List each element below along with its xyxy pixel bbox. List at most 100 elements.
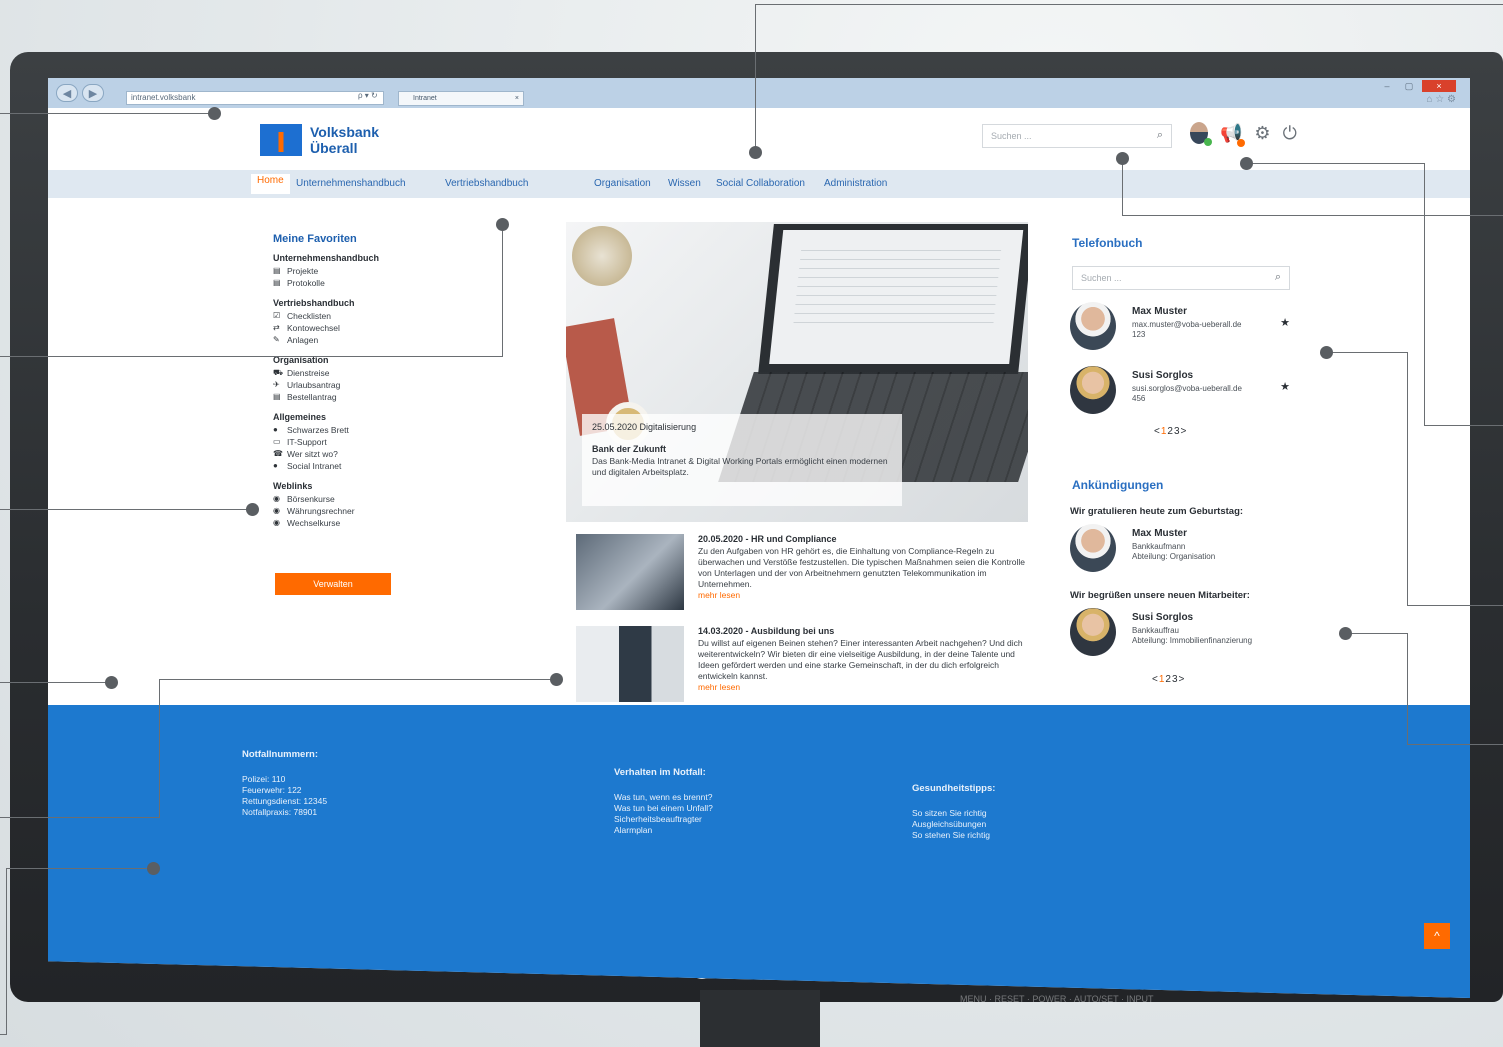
search-icon[interactable]: ⌕: [1157, 129, 1163, 142]
footer-link[interactable]: Was tun bei einem Unfall?: [614, 803, 713, 814]
read-more-link[interactable]: mehr lesen: [698, 682, 1036, 692]
callout-dot: [147, 862, 160, 875]
favorite-link[interactable]: ◉ Börsenkurse: [273, 493, 433, 505]
announcement-megaphone-icon[interactable]: 📢: [1220, 123, 1246, 147]
favorite-link[interactable]: ☑ Checklisten: [273, 310, 433, 322]
favorite-link[interactable]: ✎ Anlagen: [273, 334, 433, 346]
nav-home[interactable]: Home: [251, 174, 290, 194]
tab-close-icon[interactable]: ×: [515, 92, 519, 105]
pager-prev[interactable]: <: [1152, 674, 1159, 685]
favorite-link[interactable]: ◉ Währungsrechner: [273, 505, 433, 517]
favorite-link[interactable]: ▤ Bestellantrag: [273, 391, 433, 403]
forward-arrow-icon[interactable]: ▶: [82, 84, 104, 102]
close-window-button[interactable]: ×: [1422, 80, 1456, 92]
nav-vertriebshandbuch[interactable]: Vertriebshandbuch: [445, 178, 528, 189]
maximize-button[interactable]: ▢: [1400, 80, 1418, 92]
news-text: Du willst auf eigenen Beinen stehen? Ein…: [698, 638, 1023, 681]
news-item[interactable]: 14.03.2020 - Ausbildung bei uns Du wills…: [576, 626, 1036, 708]
header-search-input[interactable]: Suchen ... ⌕: [982, 124, 1172, 148]
gear-icon[interactable]: ⚙: [1254, 123, 1270, 144]
checklist-icon: ☑: [273, 311, 281, 320]
callout-dot: [1116, 152, 1129, 165]
news-body: 20.05.2020 - HR und Compliance Zu den Au…: [698, 534, 1036, 600]
favorite-star-icon[interactable]: ★: [1280, 316, 1290, 329]
favorite-star-icon[interactable]: ★: [1280, 380, 1290, 393]
main-navigation: Home Unternehmenshandbuch Vertriebshandb…: [48, 170, 1470, 198]
favorite-link[interactable]: ▤ Projekte: [273, 265, 433, 277]
favorite-link[interactable]: ● Schwarzes Brett: [273, 424, 433, 436]
footer-link[interactable]: So stehen Sie richtig: [912, 830, 995, 841]
footer-link[interactable]: Ausgleichsübungen: [912, 819, 995, 830]
footer-line: Rettungsdienst: 12345: [242, 796, 328, 806]
favorite-link[interactable]: ⇄ Kontowechsel: [273, 322, 433, 334]
monitor-stand: [700, 990, 820, 1047]
callout-dot: [246, 503, 259, 516]
footer-link[interactable]: Was tun, wenn es brennt?: [614, 792, 713, 803]
favorites-title: Meine Favoriten: [273, 233, 357, 245]
avatar: [1070, 608, 1116, 656]
callout-line: [755, 4, 1503, 5]
volksbank-logo[interactable]: Volksbank Überall: [260, 124, 379, 156]
minimize-button[interactable]: –: [1378, 80, 1396, 92]
user-avatar[interactable]: [1190, 122, 1212, 146]
read-more-link[interactable]: mehr lesen: [698, 590, 1036, 600]
phonebook-entry[interactable]: Max Muster max.muster@voba-ueberall.de 1…: [1070, 302, 1290, 352]
callout-dot: [496, 218, 509, 231]
news-text: Zu den Aufgaben von HR gehört es, die Ei…: [698, 546, 1025, 589]
power-icon[interactable]: ⏻: [1283, 123, 1297, 144]
news-body: 14.03.2020 - Ausbildung bei uns Du wills…: [698, 626, 1036, 692]
address-tools[interactable]: ρ ▾ ↻: [358, 91, 378, 100]
notification-badge: [1237, 138, 1246, 147]
scroll-to-top-button[interactable]: ^: [1424, 923, 1450, 949]
phone-icon: ☎: [273, 449, 283, 458]
nav-unternehmenshandbuch[interactable]: Unternehmenshandbuch: [296, 178, 406, 189]
footer-heading: Verhalten im Notfall:: [614, 767, 706, 778]
favorite-link[interactable]: ☎ Wer sitzt wo?: [273, 448, 433, 460]
hero-date: 25.05.2020 Digitalisierung: [592, 422, 697, 432]
favorite-link[interactable]: ⛟ Dienstreise: [273, 367, 433, 379]
pager-prev[interactable]: <: [1154, 426, 1161, 437]
hero-teaser[interactable]: 25.05.2020 Digitalisierung Bank der Zuku…: [566, 222, 1028, 522]
callout-line: [1246, 163, 1424, 164]
person-name: Max Muster: [1132, 528, 1188, 539]
nav-organisation[interactable]: Organisation: [594, 178, 651, 189]
pager-next[interactable]: >: [1181, 426, 1188, 437]
header-search-placeholder: Suchen ...: [991, 131, 1032, 141]
birthday-person[interactable]: Max Muster Bankkaufmann Abteilung: Organ…: [1070, 524, 1290, 574]
document-icon: ▤: [273, 266, 281, 275]
person-email[interactable]: susi.sorglos@voba-ueberall.de: [1132, 384, 1242, 393]
favorite-link[interactable]: ◉ Wechselkurse: [273, 517, 433, 529]
browser-toolbar-icons[interactable]: ⌂ ☆ ⚙: [1426, 94, 1456, 105]
phonebook-entry[interactable]: Susi Sorglos susi.sorglos@voba-ueberall.…: [1070, 366, 1290, 416]
favorite-label: Projekte: [287, 266, 319, 276]
news-item[interactable]: 20.05.2020 - HR und Compliance Zu den Au…: [576, 534, 1036, 616]
nav-administration[interactable]: Administration: [824, 178, 887, 189]
person-email[interactable]: max.muster@voba-ueberall.de: [1132, 320, 1242, 329]
callout-line: [1407, 352, 1408, 606]
footer-link[interactable]: Alarmplan: [614, 825, 713, 836]
plant-image: [572, 226, 632, 286]
favorite-link[interactable]: ✈ Urlaubsantrag: [273, 379, 433, 391]
address-bar[interactable]: intranet.volksbank: [126, 91, 384, 105]
pager-next[interactable]: >: [1179, 674, 1186, 685]
favorite-link[interactable]: ▤ Protokolle: [273, 277, 433, 289]
nav-wissen[interactable]: Wissen: [668, 178, 701, 189]
new-staff-person[interactable]: Susi Sorglos Bankkauffrau Abteilung: Imm…: [1070, 608, 1290, 658]
brand-line2: Überall: [310, 140, 358, 156]
footer-link[interactable]: So sitzen Sie richtig: [912, 808, 995, 819]
nav-social-collaboration[interactable]: Social Collaboration: [716, 178, 805, 189]
back-arrow-icon[interactable]: ◀: [56, 84, 78, 102]
manage-favorites-button[interactable]: Verwalten: [275, 573, 391, 595]
laptop-display: [769, 230, 1024, 364]
phonebook-search-input[interactable]: Suchen ... ⌕: [1072, 266, 1290, 290]
footer-heading: Gesundheitstipps:: [912, 783, 996, 794]
avatar: [1070, 524, 1116, 572]
person-name: Max Muster: [1132, 306, 1188, 317]
browser-tab[interactable]: Intranet ×: [398, 91, 524, 106]
search-icon[interactable]: ⌕: [1275, 271, 1281, 284]
footer-link[interactable]: Sicherheitsbeauftragter: [614, 814, 713, 825]
favorite-link[interactable]: ▭ IT-Support: [273, 436, 433, 448]
favorite-link[interactable]: ● Social Intranet: [273, 460, 433, 472]
favorites-group-title: Allgemeines: [273, 412, 327, 422]
window-controls: – ▢ ×: [1378, 80, 1456, 92]
